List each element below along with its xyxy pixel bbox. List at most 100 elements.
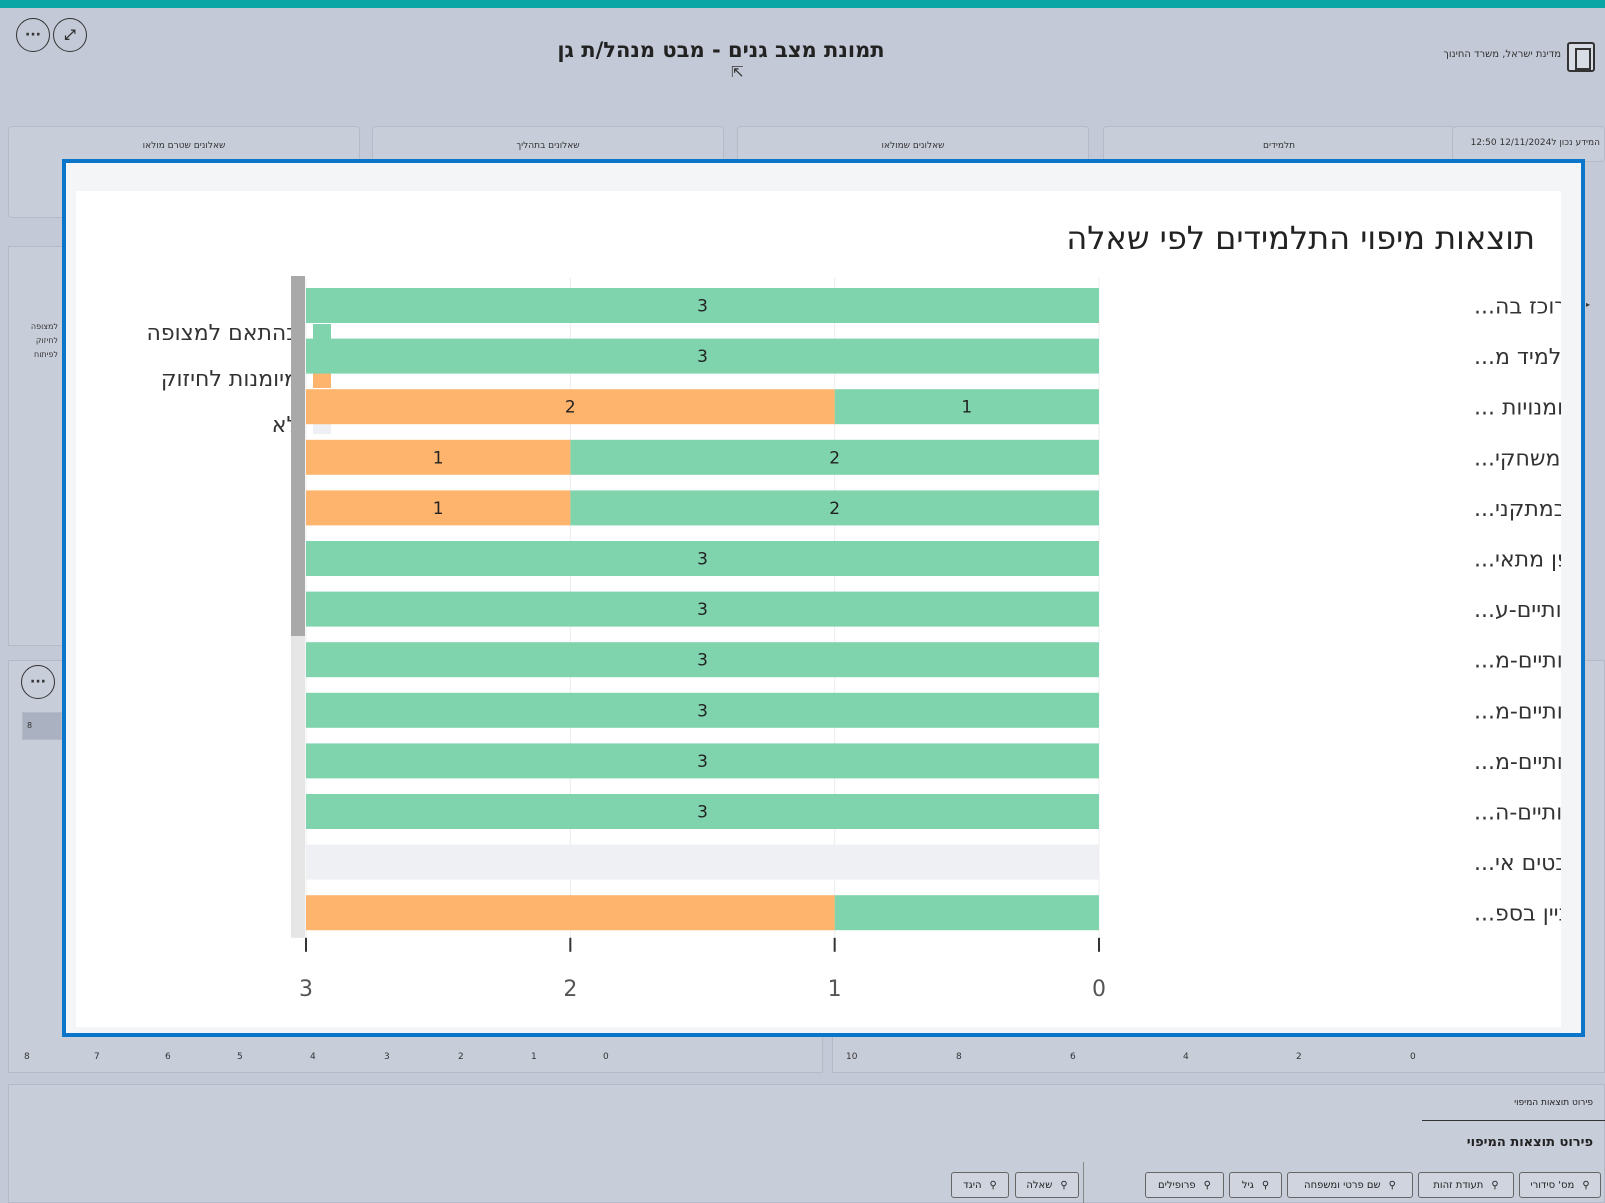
bg-axis-tick: 10 — [846, 1052, 858, 1062]
mapping-tab[interactable]: פירוט תוצאות המיפוי — [1514, 1098, 1593, 1108]
bg-axis-tick: 2 — [458, 1052, 464, 1062]
filter-label: היגד — [963, 1179, 982, 1191]
left-legend-label: לחיזוק — [35, 336, 58, 345]
data-label: 3 — [697, 752, 708, 772]
filter-id-number-button[interactable]: תעודת זהות ⚲ — [1418, 1172, 1514, 1198]
filter-label: גיל — [1241, 1179, 1254, 1191]
report-title: תמונת מצב גנים - מבט מנהל/ת גן — [557, 38, 885, 62]
bg-axis-tick: 7 — [94, 1052, 100, 1062]
bar-segment[interactable] — [306, 844, 1099, 880]
search-icon: ⚲ — [1060, 1179, 1068, 1191]
category-label: תחומי עניין וחוזקות-התלמיד מ... — [1474, 345, 1561, 370]
data-label: 2 — [829, 499, 840, 519]
filter-divider — [1083, 1162, 1084, 1203]
bar-segment[interactable] — [306, 895, 835, 931]
category-label: היבטים רגשיים-התנהגותיים-מ... — [1474, 699, 1561, 724]
search-icon: ⚲ — [1261, 1179, 1270, 1191]
data-label: 3 — [697, 347, 708, 367]
top-accent-bar — [0, 0, 1605, 8]
axis-tick-label: 0 — [1092, 977, 1106, 1002]
category-label: חושי-תנועתי-משתתף במשחקי... — [1474, 446, 1561, 471]
focused-chart-frame: תוצאות מיפוי התלמידים לפי שאלה בהתאם למצ… — [62, 159, 1585, 1037]
data-label: 2 — [829, 448, 840, 468]
category-label: חושי-תנועתי-שולט במיומנויות ... — [1474, 396, 1561, 421]
bg-axis-tick: 0 — [603, 1052, 609, 1062]
data-label: 3 — [697, 651, 708, 671]
org-name: מדינת ישראל, משרד החינוך — [1443, 49, 1562, 60]
updated-timestamp: המידע נכון ל12/11/2024 12:50 — [1470, 138, 1600, 148]
report-header: ··· ⤢ תמונת מצב גנים - מבט מנהל/ת גן מדי… — [6, 8, 1605, 112]
state-emblem-logo — [1567, 42, 1595, 72]
category-label: היבטים משפחתיים-היבטים אי... — [1474, 851, 1561, 876]
expand-icon: ⤢ — [64, 27, 76, 43]
expand-button[interactable]: ⤢ — [53, 18, 87, 52]
axis-tick-label: 1 — [828, 977, 842, 1002]
bg-axis-tick: 1 — [531, 1052, 537, 1062]
card-label: שאלונים שמולאו — [881, 141, 945, 151]
ellipsis-icon: ··· — [30, 674, 46, 690]
more-options-button[interactable]: ··· — [16, 18, 50, 52]
search-icon: ⚲ — [1582, 1179, 1590, 1191]
filter-age-button[interactable]: גיל ⚲ — [1229, 1172, 1282, 1198]
small-box-label: 8 — [27, 721, 33, 730]
data-label: 3 — [697, 701, 708, 721]
mapping-section-title: פירוט תוצאות המיפוי — [1466, 1135, 1593, 1150]
stacked-bar-chart: 3 תפקודי קשב-קשוב ומרוכז בה... 3 תחומי עניי… — [291, 276, 1561, 1002]
tab-underline — [1422, 1120, 1605, 1121]
filter-label: תעודת זהות — [1433, 1179, 1484, 1191]
data-label: 3 — [697, 600, 708, 620]
left-bg-panel — [8, 246, 64, 646]
category-label: היבטים רגשיים-התנהגותיים-ע... — [1474, 598, 1561, 623]
left-legend-label: לפיתוח — [34, 350, 58, 359]
data-label: 2 — [565, 398, 576, 418]
bg-axis-tick: 2 — [1296, 1052, 1302, 1062]
data-label: 1 — [961, 398, 972, 418]
filter-label: שאלה — [1026, 1179, 1053, 1191]
filter-question-button[interactable]: שאלה ⚲ — [1015, 1172, 1079, 1198]
filter-serial-number-button[interactable]: מס' סידורי ⚲ — [1519, 1172, 1601, 1198]
data-label: 3 — [697, 550, 708, 570]
filter-statement-button[interactable]: היגד ⚲ — [951, 1172, 1009, 1198]
filter-label: פרופילים — [1158, 1179, 1196, 1191]
data-label: 3 — [697, 803, 708, 823]
category-label: חושי-תנועתי-משתמש במתקני... — [1474, 497, 1561, 522]
data-label: 1 — [433, 448, 444, 468]
category-label: היבטים רגשיים-התנהגותיים-מ... — [1474, 649, 1561, 674]
filter-profiles-button[interactable]: פרופילים ⚲ — [1145, 1172, 1224, 1198]
small-series-box: 8 — [22, 712, 62, 740]
focused-chart-card: תוצאות מיפוי התלמידים לפי שאלה בהתאם למצ… — [76, 191, 1561, 1027]
mouse-cursor-icon: ⇱ — [731, 63, 744, 81]
category-label: היבטים רגשיים-התנהגותיים-מ... — [1474, 750, 1561, 775]
ellipsis-icon: ··· — [25, 27, 41, 43]
search-icon: ⚲ — [1491, 1179, 1499, 1191]
category-label: היבטים לימודיים-מתעניין בספ... — [1474, 902, 1561, 927]
bg-axis-tick: 0 — [1410, 1052, 1416, 1062]
category-label: תפקודי קשב-קשוב ומרוכז בה... — [1474, 295, 1561, 320]
bg-axis-tick: 6 — [165, 1052, 171, 1062]
data-label: 3 — [697, 297, 708, 317]
filter-name-button[interactable]: שם פרטי ומשפחה ⚲ — [1287, 1172, 1413, 1198]
card-label: תלמידים — [1262, 141, 1296, 151]
chart-scrollbar-thumb[interactable] — [291, 276, 305, 636]
card-label: שאלונים שטרם מולאו — [142, 141, 226, 151]
bg-axis-tick: 8 — [24, 1052, 30, 1062]
search-icon: ⚲ — [1388, 1179, 1396, 1191]
bg-axis-tick: 5 — [237, 1052, 243, 1062]
bg-axis-tick: 4 — [1183, 1052, 1189, 1062]
search-icon: ⚲ — [1203, 1179, 1211, 1191]
bar-segment[interactable] — [834, 895, 1099, 931]
filter-label: שם פרטי ומשפחה — [1304, 1179, 1381, 1191]
left-legend-label: למצופה — [30, 322, 58, 331]
right-edge-fragment: ▸ — [1586, 300, 1591, 309]
search-icon: ⚲ — [989, 1179, 997, 1191]
panel-more-options-button[interactable]: ··· — [21, 665, 55, 699]
bg-axis-tick: 6 — [1070, 1052, 1076, 1062]
filter-label: מס' סידורי — [1530, 1179, 1575, 1191]
axis-tick-label: 3 — [299, 977, 313, 1002]
card-label: שאלונים בתהליך — [516, 141, 580, 151]
bg-axis-tick: 8 — [956, 1052, 962, 1062]
bg-axis-tick: 3 — [384, 1052, 390, 1062]
data-label: 1 — [433, 499, 444, 519]
bg-axis-tick: 4 — [310, 1052, 316, 1062]
axis-tick-label: 2 — [563, 977, 577, 1002]
